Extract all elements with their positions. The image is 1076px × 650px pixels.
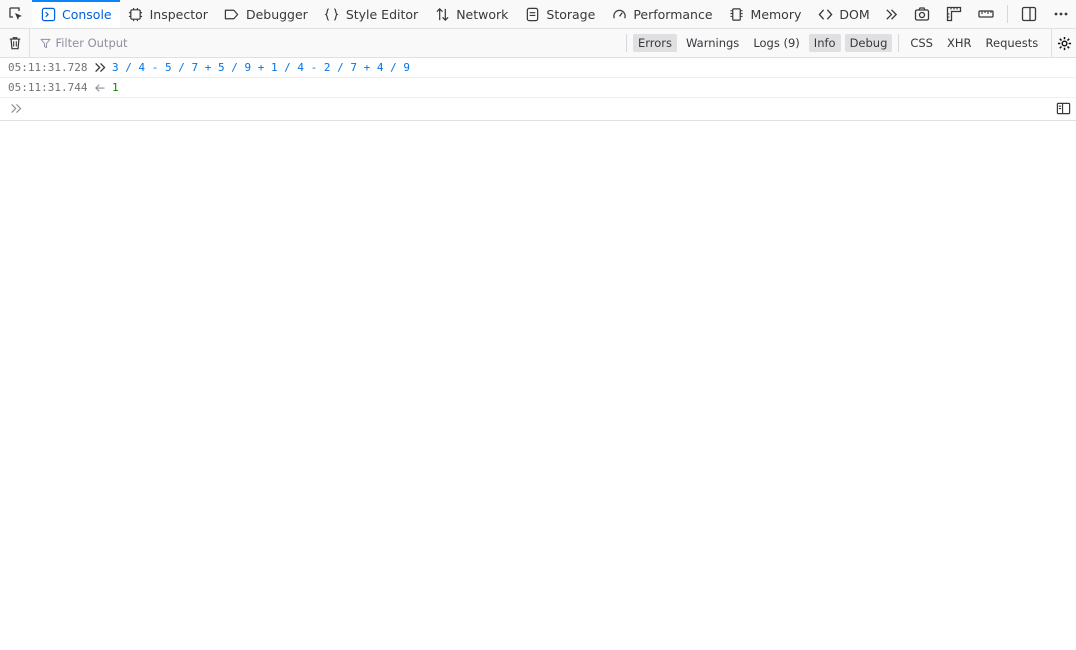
tab-network[interactable]: Network bbox=[426, 0, 516, 28]
filter-output-field[interactable] bbox=[30, 29, 622, 57]
toolbox-tabbar: Console Inspector Debugger Style Editor … bbox=[0, 0, 1076, 29]
more-tools-button[interactable] bbox=[878, 0, 905, 28]
performance-icon bbox=[611, 6, 627, 22]
style-editor-icon bbox=[324, 6, 340, 22]
input-prompt-icon bbox=[0, 102, 32, 115]
filter-logs-button[interactable]: Logs (9) bbox=[748, 34, 804, 52]
screenshot-button[interactable] bbox=[911, 3, 933, 25]
console-input-row bbox=[0, 97, 1076, 121]
console-message-command: 05:11:31.728 3 / 4 - 5 / 7 + 5 / 9 + 1 /… bbox=[0, 58, 1076, 78]
tab-label: Console bbox=[62, 6, 112, 22]
tab-label: DOM bbox=[839, 6, 870, 22]
tab-inspector[interactable]: Inspector bbox=[120, 0, 216, 28]
trash-icon bbox=[9, 37, 20, 50]
ruler-icon bbox=[978, 10, 994, 18]
tab-label: Debugger bbox=[245, 6, 308, 22]
message-command-text: 3 / 4 - 5 / 7 + 5 / 9 + 1 / 4 - 2 / 7 + … bbox=[112, 61, 411, 74]
camera-icon bbox=[914, 7, 930, 21]
tab-label: Inspector bbox=[149, 6, 208, 22]
tab-debugger[interactable]: Debugger bbox=[216, 0, 316, 28]
picker-icon bbox=[9, 7, 22, 20]
filter-requests-button[interactable]: Requests bbox=[981, 34, 1044, 52]
network-icon bbox=[434, 6, 450, 22]
tab-memory[interactable]: Memory bbox=[721, 0, 810, 28]
tab-label: Style Editor bbox=[345, 6, 419, 22]
tab-storage[interactable]: Storage bbox=[516, 0, 603, 28]
filter-errors-button[interactable]: Errors bbox=[633, 34, 678, 52]
message-timestamp: 05:11:31.728 bbox=[8, 61, 88, 74]
split-editor-icon bbox=[1056, 102, 1070, 115]
filter-info-button[interactable]: Info bbox=[808, 34, 841, 52]
filter-icon bbox=[41, 38, 51, 48]
tab-performance[interactable]: Performance bbox=[603, 0, 720, 28]
debugger-icon bbox=[224, 6, 240, 22]
tab-label: Network bbox=[456, 6, 509, 22]
memory-icon bbox=[729, 6, 745, 22]
dock-side-icon bbox=[1021, 6, 1037, 22]
dock-layout-button[interactable] bbox=[1018, 3, 1040, 25]
toolbar-separator bbox=[1007, 5, 1008, 23]
filter-output-input[interactable] bbox=[55, 36, 616, 50]
measure-button[interactable] bbox=[975, 3, 997, 25]
filter-separator bbox=[898, 34, 900, 52]
filter-css-button[interactable]: CSS bbox=[905, 34, 938, 52]
console-settings-button[interactable] bbox=[1051, 29, 1076, 57]
console-message-result: 05:11:31.744 1 bbox=[0, 78, 1076, 98]
console-input[interactable] bbox=[32, 102, 1050, 115]
console-output: 05:11:31.728 3 / 4 - 5 / 7 + 5 / 9 + 1 /… bbox=[0, 58, 1076, 121]
dom-icon bbox=[817, 6, 833, 22]
console-icon bbox=[40, 6, 56, 22]
gear-icon bbox=[1057, 36, 1071, 50]
result-arrow-icon bbox=[88, 82, 112, 94]
filter-xhr-button[interactable]: XHR bbox=[942, 34, 977, 52]
filter-warnings-button[interactable]: Warnings bbox=[681, 34, 744, 52]
console-filter-bar: Errors Warnings Logs (9) Info Debug CSS … bbox=[0, 29, 1076, 58]
message-timestamp: 05:11:31.744 bbox=[8, 81, 88, 94]
storage-icon bbox=[524, 6, 540, 22]
rulers-button[interactable] bbox=[943, 3, 965, 25]
tab-label: Memory bbox=[750, 6, 802, 22]
command-chevron-icon bbox=[88, 61, 112, 74]
tab-dom[interactable]: DOM bbox=[809, 0, 877, 28]
tab-label: Storage bbox=[546, 6, 596, 22]
inspector-icon bbox=[128, 6, 144, 22]
message-result-value: 1 bbox=[112, 81, 119, 94]
rulers-icon bbox=[946, 6, 962, 22]
tab-label: Performance bbox=[633, 6, 713, 22]
filter-separator bbox=[626, 34, 627, 52]
clear-output-button[interactable] bbox=[0, 29, 31, 57]
tab-console[interactable]: Console bbox=[32, 0, 120, 28]
double-chevron-right-icon bbox=[885, 8, 897, 20]
filter-debug-button[interactable]: Debug bbox=[844, 34, 893, 52]
editor-mode-toggle[interactable] bbox=[1050, 101, 1076, 116]
options-menu-button[interactable] bbox=[1050, 3, 1072, 25]
element-picker-button[interactable] bbox=[0, 0, 32, 28]
tab-style-editor[interactable]: Style Editor bbox=[316, 0, 426, 28]
more-horizontal-icon bbox=[1054, 12, 1068, 16]
